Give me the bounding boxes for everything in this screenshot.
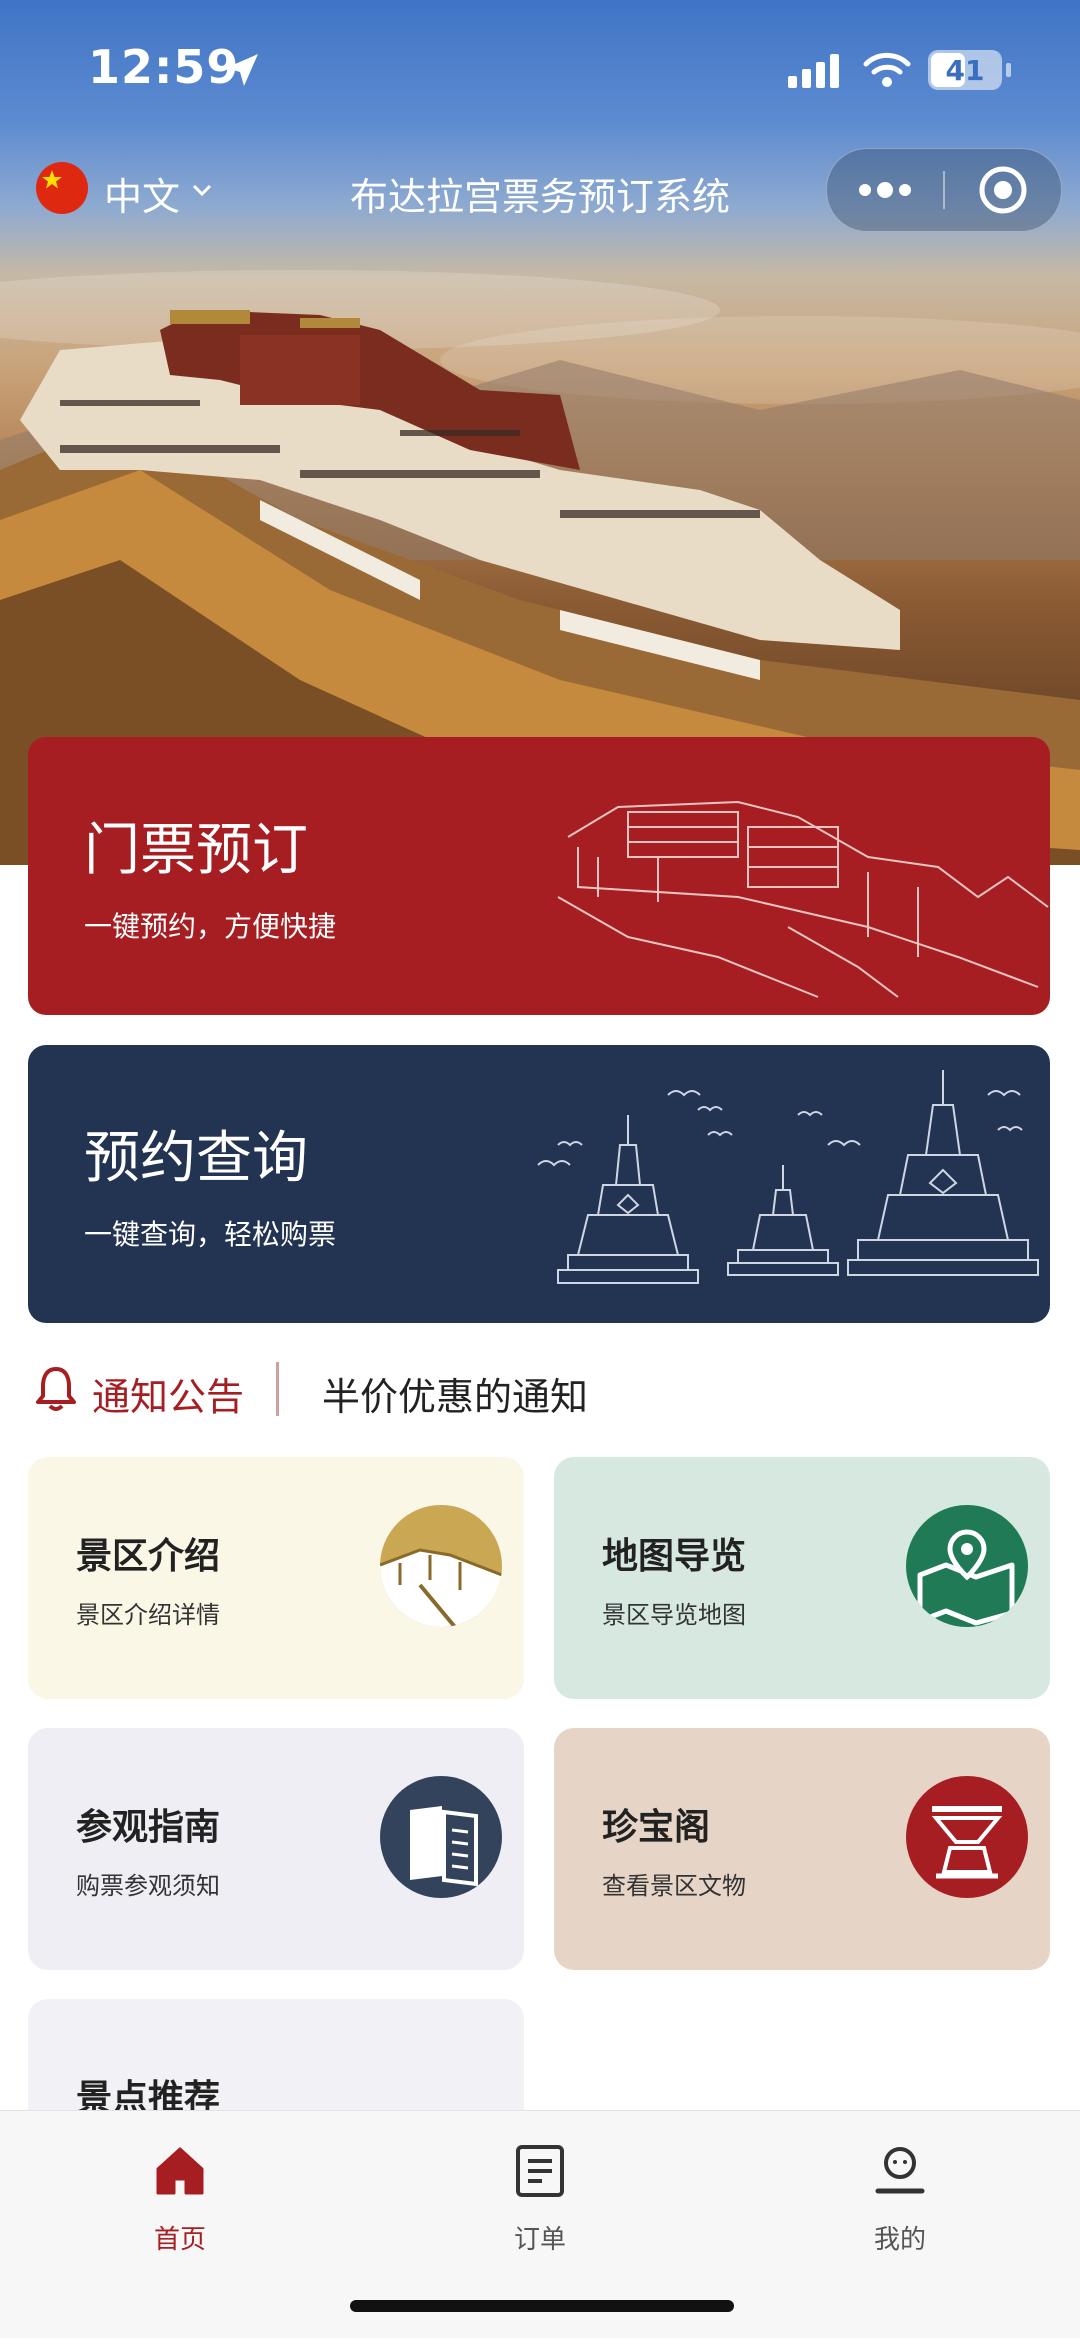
notice-text[interactable]: 半价优惠的通知	[322, 1366, 588, 1421]
tab-profile[interactable]: 我的	[800, 2133, 1000, 2263]
battery-level: 41	[945, 54, 985, 87]
mini-program-capsule	[826, 148, 1062, 232]
stupa-line-art-icon	[537, 1070, 1039, 1284]
cellular-signal-icon	[788, 54, 839, 88]
tile-map-guide-subtitle: 景区导览地图	[602, 1601, 746, 1629]
tab-orders[interactable]: 订单	[440, 2133, 640, 2263]
bell-icon	[36, 1367, 76, 1411]
tile-scenic-intro-subtitle: 景区介绍详情	[76, 1601, 220, 1629]
tile-visit-guide[interactable]: 参观指南 购票参观须知	[28, 1728, 524, 1970]
tile-treasure-hall-title: 珍宝阁	[602, 1807, 711, 1848]
tile-treasure-hall[interactable]: 珍宝阁 查看景区文物	[554, 1728, 1050, 1970]
home-indicator[interactable]	[350, 2300, 734, 2312]
tile-map-guide[interactable]: 地图导览 景区导览地图	[554, 1457, 1050, 1699]
tile-treasure-hall-subtitle: 查看景区文物	[602, 1872, 746, 1900]
ticket-booking-subtitle: 一键预约，方便快捷	[84, 910, 337, 943]
tile-visit-guide-title: 参观指南	[76, 1807, 221, 1848]
battery-icon: 41	[928, 50, 1011, 90]
notice-bar[interactable]: 通知公告 半价优惠的通知	[0, 1350, 1080, 1430]
reservation-query-subtitle: 一键查询，轻松购票	[84, 1218, 337, 1251]
treasure-icon	[906, 1776, 1028, 1898]
profile-icon	[875, 2147, 925, 2194]
wifi-icon	[863, 52, 911, 87]
ticket-booking-title: 门票预订	[84, 818, 308, 883]
guide-book-icon	[380, 1776, 502, 1898]
close-target-icon[interactable]	[977, 164, 1029, 216]
ticket-booking-card[interactable]: 门票预订 一键预约，方便快捷	[28, 737, 1050, 1015]
reservation-query-title: 预约查询	[84, 1126, 308, 1191]
palace-line-art-icon	[557, 800, 1049, 998]
more-dots-icon[interactable]	[855, 175, 915, 205]
tile-scenic-intro[interactable]: 景区介绍 景区介绍详情	[28, 1457, 524, 1699]
tile-scenic-intro-title: 景区介绍	[76, 1536, 221, 1577]
status-bar: 12:59 41	[0, 0, 1080, 140]
notice-divider	[276, 1362, 279, 1416]
tile-map-guide-title: 地图导览	[602, 1536, 747, 1577]
palace-icon	[380, 1505, 502, 1627]
home-icon	[156, 2147, 204, 2195]
hero-banner: 12:59 41 中文 布达拉宫票务预订系统	[0, 0, 1080, 865]
notice-label: 通知公告	[92, 1375, 245, 1419]
tab-home[interactable]: 首页	[80, 2133, 280, 2263]
order-list-icon	[516, 2145, 564, 2197]
location-arrow-icon	[226, 54, 258, 86]
navigation-bar: 中文 布达拉宫票务预订系统	[0, 140, 1080, 240]
tab-orders-label: 订单	[513, 2225, 566, 2255]
status-time: 12:59	[88, 40, 240, 94]
map-icon	[906, 1505, 1028, 1627]
tile-visit-guide-subtitle: 购票参观须知	[76, 1872, 220, 1900]
reservation-query-card[interactable]: 预约查询 一键查询，轻松购票	[28, 1045, 1050, 1323]
tab-home-label: 首页	[153, 2225, 206, 2255]
tab-profile-label: 我的	[873, 2225, 926, 2255]
